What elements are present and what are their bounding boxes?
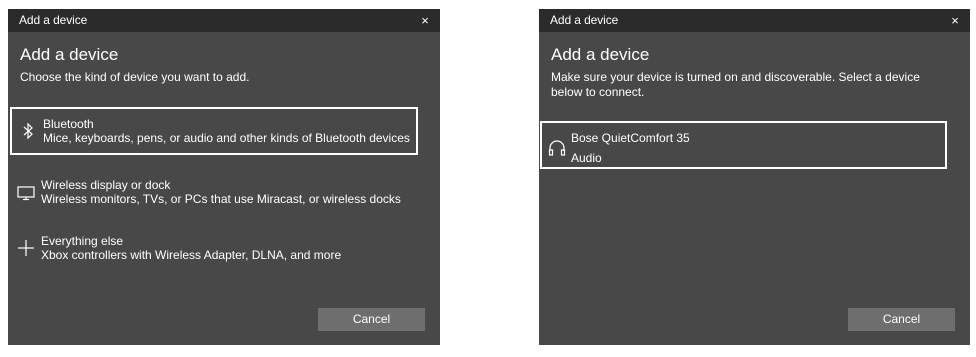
option-wireless-display[interactable]: Wireless display or dock Wireless monito… [10, 170, 418, 218]
dialog-instructions: Make sure your device is turned on and d… [551, 70, 920, 99]
device-type: Audio [571, 151, 602, 165]
monitor-icon [16, 182, 36, 202]
title-bar-text: Add a device [19, 13, 88, 27]
option-title: Bluetooth [43, 117, 94, 131]
title-bar-text: Add a device [550, 13, 619, 27]
add-device-dialog-device-list: Add a device × Add a device Make sure yo… [539, 9, 970, 345]
dialog-instructions: Choose the kind of device you want to ad… [20, 70, 250, 84]
cancel-button[interactable]: Cancel [318, 308, 425, 331]
title-bar: Add a device × [8, 9, 440, 32]
close-button[interactable]: × [940, 9, 970, 32]
add-device-dialog-type-selection: Add a device × Add a device Choose the k… [8, 9, 440, 345]
close-button[interactable]: × [410, 9, 440, 32]
headphones-icon [547, 138, 567, 158]
option-description: Wireless monitors, TVs, or PCs that use … [41, 192, 401, 206]
option-description: Mice, keyboards, pens, or audio and othe… [43, 131, 410, 145]
option-text: Wireless display or dock Wireless monito… [41, 178, 401, 206]
option-text: Bluetooth Mice, keyboards, pens, or audi… [43, 117, 410, 145]
option-title: Wireless display or dock [41, 178, 171, 192]
option-text: Everything else Xbox controllers with Wi… [41, 234, 341, 262]
plus-icon [16, 238, 36, 258]
device-item-bose-quietcomfort-35[interactable]: Bose QuietComfort 35 Audio [540, 121, 947, 169]
option-title: Everything else [41, 234, 124, 248]
option-everything-else[interactable]: Everything else Xbox controllers with Wi… [10, 226, 418, 274]
cancel-button[interactable]: Cancel [848, 308, 955, 331]
dialog-heading: Add a device [551, 45, 650, 64]
option-bluetooth[interactable]: Bluetooth Mice, keyboards, pens, or audi… [10, 107, 418, 155]
dialog-heading: Add a device [20, 45, 119, 64]
option-description: Xbox controllers with Wireless Adapter, … [41, 248, 342, 262]
bluetooth-icon [18, 121, 38, 141]
device-name: Bose QuietComfort 35 [571, 131, 690, 145]
title-bar: Add a device × [539, 9, 970, 32]
